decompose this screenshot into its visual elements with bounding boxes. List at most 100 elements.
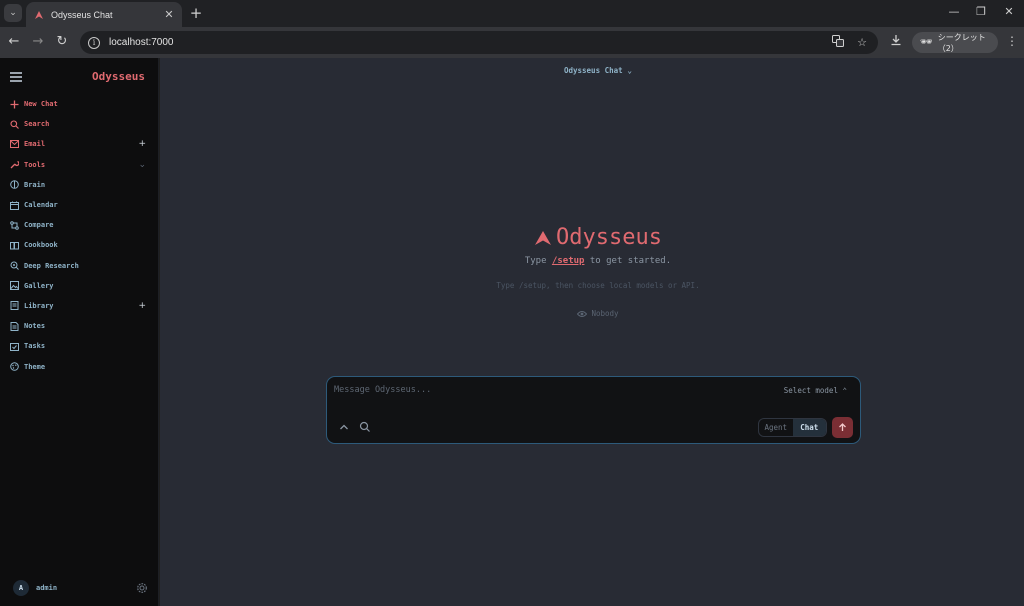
sidebar-item-calendar[interactable]: Calendar bbox=[0, 195, 158, 215]
sidebar-item-label: Deep Research bbox=[24, 261, 79, 270]
sidebar-item-library[interactable]: Library + bbox=[0, 296, 158, 316]
incognito-badge[interactable]: 🕶 シークレット（2） bbox=[912, 32, 998, 53]
welcome-hero: Odysseus Type /setup to get started. Typ… bbox=[160, 225, 1024, 322]
translate-icon[interactable] bbox=[830, 35, 846, 50]
sidebar-item-label: Calendar bbox=[24, 201, 58, 210]
sidebar-item-label: Email bbox=[24, 140, 46, 149]
sidebar-brand: Odysseus bbox=[92, 70, 145, 83]
tab-title: Odysseus Chat bbox=[51, 9, 113, 20]
persona-name: Nobody bbox=[591, 309, 619, 318]
setup-command-link[interactable]: /setup bbox=[552, 256, 585, 266]
sidebar-item-gallery[interactable]: Gallery bbox=[0, 276, 158, 296]
address-bar[interactable]: i localhost:7000 ☆ bbox=[80, 31, 878, 54]
close-window-icon[interactable]: ✕ bbox=[1002, 5, 1016, 19]
wrench-icon bbox=[9, 160, 19, 170]
browser-tab[interactable]: Odysseus Chat ✕ bbox=[26, 2, 182, 27]
download-icon[interactable] bbox=[888, 34, 904, 50]
model-selector-title[interactable]: Odysseus Chat ⌄ bbox=[160, 66, 1024, 75]
sidebar-item-search[interactable]: Search bbox=[0, 114, 158, 134]
incognito-label: シークレット（2） bbox=[937, 32, 986, 53]
sidebar-item-label: Brain bbox=[24, 180, 46, 189]
username[interactable]: admin bbox=[36, 584, 57, 592]
chevron-down-icon: ⌄ bbox=[627, 66, 633, 75]
add-email-button[interactable]: + bbox=[138, 139, 146, 149]
sidebar-item-notes[interactable]: Notes bbox=[0, 316, 158, 336]
hero-subtitle: Type /setup to get started. bbox=[160, 256, 1024, 266]
compare-icon bbox=[9, 220, 19, 230]
tab-search-button[interactable]: ⌄ bbox=[4, 4, 22, 22]
hero-sub-after: to get started. bbox=[584, 256, 672, 266]
message-input[interactable] bbox=[334, 383, 734, 397]
eye-icon bbox=[577, 310, 588, 317]
library-icon bbox=[9, 301, 19, 311]
chevron-up-icon[interactable] bbox=[338, 421, 350, 433]
gear-icon[interactable] bbox=[136, 582, 148, 594]
brain-icon bbox=[9, 180, 19, 190]
url-text[interactable]: localhost:7000 bbox=[109, 37, 830, 48]
sidebar-footer: A admin bbox=[0, 572, 158, 606]
palette-icon bbox=[9, 362, 19, 372]
select-model-button[interactable]: Select model ⌃ bbox=[784, 386, 847, 395]
new-tab-button[interactable]: + bbox=[188, 4, 204, 22]
hero-sub-before: Type bbox=[524, 256, 552, 266]
sidebar-item-cookbook[interactable]: Cookbook bbox=[0, 235, 158, 255]
sidebar-item-label: Tasks bbox=[24, 342, 46, 351]
sidebar-item-theme[interactable]: Theme bbox=[0, 356, 158, 376]
sidebar-item-label: Cookbook bbox=[24, 241, 58, 250]
research-icon bbox=[9, 261, 19, 271]
search-icon[interactable] bbox=[359, 421, 371, 433]
book-icon bbox=[9, 240, 19, 250]
calendar-icon bbox=[9, 200, 19, 210]
sidebar: Odysseus New Chat Search Email + Tools ⌄… bbox=[0, 58, 159, 606]
sidebar-item-label: Library bbox=[24, 301, 54, 310]
message-composer: Select model ⌃ Agent Chat bbox=[326, 376, 861, 444]
chat-main: Odysseus Chat ⌄ Odysseus Type /setup to … bbox=[160, 58, 1024, 606]
sidebar-item-label: Tools bbox=[24, 160, 46, 169]
sidebar-item-compare[interactable]: Compare bbox=[0, 215, 158, 235]
chevron-down-icon[interactable]: ⌄ bbox=[138, 160, 146, 170]
minimize-icon[interactable]: — bbox=[947, 5, 961, 19]
tasks-icon bbox=[9, 341, 19, 351]
send-button[interactable] bbox=[832, 417, 853, 438]
browser-toolbar: ← → ↻ i localhost:7000 ☆ 🕶 シークレット（2） ⋮ bbox=[0, 27, 1024, 58]
site-info-icon[interactable]: i bbox=[88, 36, 100, 49]
plus-icon bbox=[9, 99, 19, 109]
sidebar-toggle-icon[interactable] bbox=[10, 72, 22, 82]
sidebar-item-label: Gallery bbox=[24, 281, 54, 290]
agent-mode-button[interactable]: Agent bbox=[759, 419, 793, 436]
add-library-button[interactable]: + bbox=[138, 301, 146, 311]
sidebar-item-tasks[interactable]: Tasks bbox=[0, 336, 158, 356]
browser-tabbar: ⌄ Odysseus Chat ✕ + — ❐ ✕ bbox=[0, 0, 1024, 27]
close-tab-icon[interactable]: ✕ bbox=[162, 8, 176, 21]
bookmark-star-icon[interactable]: ☆ bbox=[854, 36, 870, 49]
back-icon[interactable]: ← bbox=[5, 33, 23, 51]
mail-icon bbox=[9, 139, 19, 149]
notes-icon bbox=[9, 321, 19, 331]
hero-hint: Type /setup, then choose local models or… bbox=[496, 281, 700, 290]
chat-mode-button[interactable]: Chat bbox=[792, 419, 826, 436]
sidebar-item-tools[interactable]: Tools ⌄ bbox=[0, 155, 158, 175]
sidebar-item-label: Notes bbox=[24, 322, 46, 331]
arrow-up-icon bbox=[839, 423, 846, 431]
sidebar-item-label: Theme bbox=[24, 362, 46, 371]
hero-title: Odysseus bbox=[534, 225, 662, 250]
avatar[interactable]: A bbox=[13, 580, 29, 596]
sidebar-item-new-chat[interactable]: New Chat bbox=[0, 94, 158, 114]
reload-icon[interactable]: ↻ bbox=[53, 33, 71, 51]
maximize-icon[interactable]: ❐ bbox=[974, 5, 988, 19]
sidebar-item-email[interactable]: Email + bbox=[0, 134, 158, 154]
odysseus-logo-icon bbox=[535, 230, 552, 245]
search-icon bbox=[9, 119, 19, 129]
sidebar-item-label: New Chat bbox=[24, 100, 58, 109]
sidebar-nav: New Chat Search Email + Tools ⌄ Brain Ca… bbox=[0, 94, 158, 377]
sidebar-item-deep-research[interactable]: Deep Research bbox=[0, 256, 158, 276]
sidebar-item-label: Search bbox=[24, 120, 50, 129]
incognito-icon: 🕶 bbox=[920, 37, 933, 48]
more-menu-icon[interactable]: ⋮ bbox=[1006, 34, 1018, 50]
forward-icon[interactable]: → bbox=[29, 33, 47, 51]
persona-indicator[interactable]: Nobody bbox=[577, 309, 619, 318]
sidebar-item-label: Compare bbox=[24, 221, 54, 230]
hero-title-text: Odysseus bbox=[556, 225, 662, 250]
odysseus-logo-icon bbox=[35, 10, 43, 19]
sidebar-item-brain[interactable]: Brain bbox=[0, 175, 158, 195]
